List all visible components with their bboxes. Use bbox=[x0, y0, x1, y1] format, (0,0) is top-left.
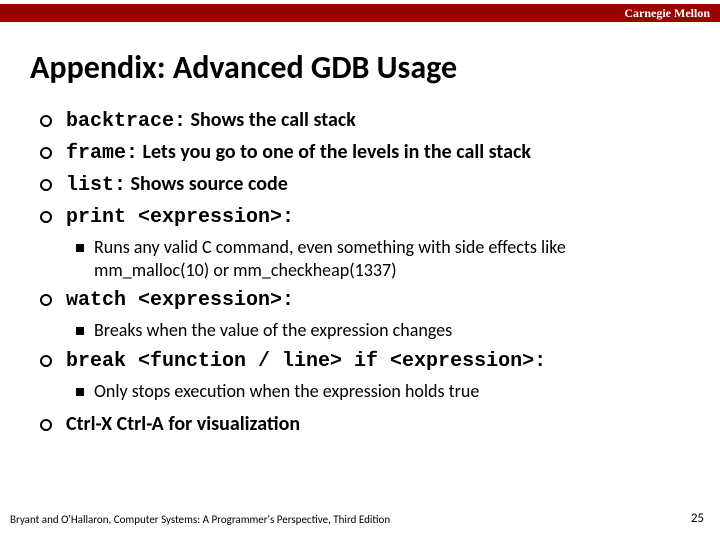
bullet-item: Ctrl-X Ctrl-A for visualization bbox=[40, 412, 680, 437]
bullet-item: watch <expression>: bbox=[40, 287, 680, 313]
bullet-item: list: Shows source code bbox=[40, 172, 680, 198]
circle-bullet-icon bbox=[40, 353, 54, 367]
page-number: 25 bbox=[691, 511, 704, 526]
desc-text: Shows source code bbox=[126, 172, 288, 196]
cmd-text: break <function / line> if <expression>: bbox=[66, 350, 546, 373]
footer-citation: Bryant and O'Hallaron, Computer Systems:… bbox=[10, 513, 390, 526]
cmd-text: list: bbox=[66, 174, 126, 197]
bullet-item: frame: Lets you go to one of the levels … bbox=[40, 140, 680, 166]
sub-bullet-item: Breaks when the value of the expression … bbox=[76, 319, 680, 342]
circle-bullet-icon bbox=[40, 113, 54, 127]
sub-text: Only stops execution when the expression… bbox=[94, 380, 479, 403]
circle-bullet-icon bbox=[40, 292, 54, 306]
sub-text: Breaks when the value of the expression … bbox=[94, 319, 452, 342]
cmd-text: frame: bbox=[66, 142, 138, 165]
sub-bullet-item: Runs any valid C command, even something… bbox=[76, 236, 680, 281]
sub-text: Runs any valid C command, even something… bbox=[94, 236, 680, 281]
slide-title: Appendix: Advanced GDB Usage bbox=[30, 48, 457, 87]
square-bullet-icon bbox=[76, 388, 84, 396]
bullet-item: print <expression>: bbox=[40, 204, 680, 230]
cmd-text: watch <expression>: bbox=[66, 289, 294, 312]
bullet-item: break <function / line> if <expression>: bbox=[40, 348, 680, 374]
bullet-item: backtrace: Shows the call stack bbox=[40, 108, 680, 134]
brand-bar bbox=[0, 4, 720, 22]
desc-text: Lets you go to one of the levels in the … bbox=[138, 140, 531, 164]
circle-bullet-icon bbox=[40, 209, 54, 223]
square-bullet-icon bbox=[76, 244, 84, 252]
cmd-text: backtrace: bbox=[66, 110, 186, 133]
sub-bullet-item: Only stops execution when the expression… bbox=[76, 380, 680, 403]
brand-text: Carnegie Mellon bbox=[624, 4, 710, 22]
circle-bullet-icon bbox=[40, 177, 54, 191]
circle-bullet-icon bbox=[40, 145, 54, 159]
plain-text: Ctrl-X Ctrl-A for visualization bbox=[66, 412, 300, 437]
cmd-text: print <expression>: bbox=[66, 206, 294, 229]
content-area: backtrace: Shows the call stack frame: L… bbox=[40, 108, 680, 443]
square-bullet-icon bbox=[76, 327, 84, 335]
circle-bullet-icon bbox=[40, 417, 54, 431]
desc-text: Shows the call stack bbox=[186, 108, 356, 132]
